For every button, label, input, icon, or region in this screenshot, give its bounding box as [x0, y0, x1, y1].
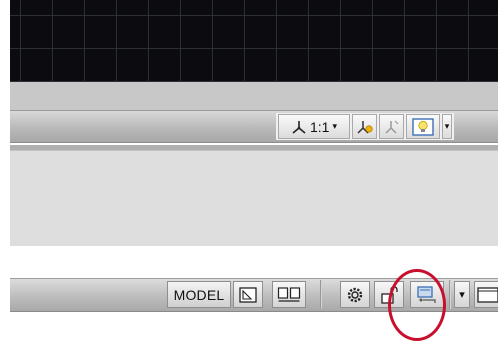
auto-scale-icon	[384, 120, 398, 134]
hardware-acceleration-icon	[417, 285, 436, 303]
empty-panel	[10, 150, 498, 246]
drawing-canvas[interactable]	[10, 0, 498, 82]
chevron-down-icon: ▾	[444, 121, 450, 131]
divider	[449, 280, 451, 309]
model-label: MODEL	[173, 286, 225, 303]
settings-gear-icon	[347, 287, 363, 302]
chevron-down-icon: ▾	[459, 289, 465, 301]
auto-scale-button[interactable]	[379, 114, 404, 139]
layout2-icon	[277, 286, 301, 302]
annotation-tools-group: 1:1 ▾ ▾	[276, 113, 454, 140]
hardware-acceleration-button[interactable]	[410, 281, 444, 308]
status-bar-menu-button[interactable]: ▾	[454, 281, 470, 308]
chevron-down-icon: ▾	[332, 121, 337, 131]
lock-toolbar-icon	[381, 285, 398, 304]
model-space-button[interactable]: MODEL	[167, 281, 231, 308]
annotation-scale-button[interactable]: 1:1 ▾	[278, 114, 350, 139]
layout1-button[interactable]	[233, 281, 263, 308]
toolbar-lock-button[interactable]	[374, 281, 404, 308]
annotation-scale-label: 1:1	[310, 118, 330, 135]
layout1-icon	[239, 286, 257, 303]
divider	[320, 280, 322, 309]
annotation-visibility-button[interactable]	[352, 114, 377, 139]
layout2-button[interactable]	[272, 281, 306, 308]
annotation-scale-icon	[292, 120, 306, 134]
workspace-settings-button[interactable]	[340, 281, 370, 308]
clean-screen-icon	[476, 286, 498, 303]
tools-overflow-button[interactable]: ▾	[442, 114, 452, 139]
annotation-visibility-icon	[356, 120, 373, 134]
lightbulb-icon	[412, 117, 434, 136]
isolate-objects-button[interactable]	[406, 114, 440, 139]
command-area-divider	[10, 82, 498, 110]
clean-screen-button[interactable]	[474, 281, 498, 308]
